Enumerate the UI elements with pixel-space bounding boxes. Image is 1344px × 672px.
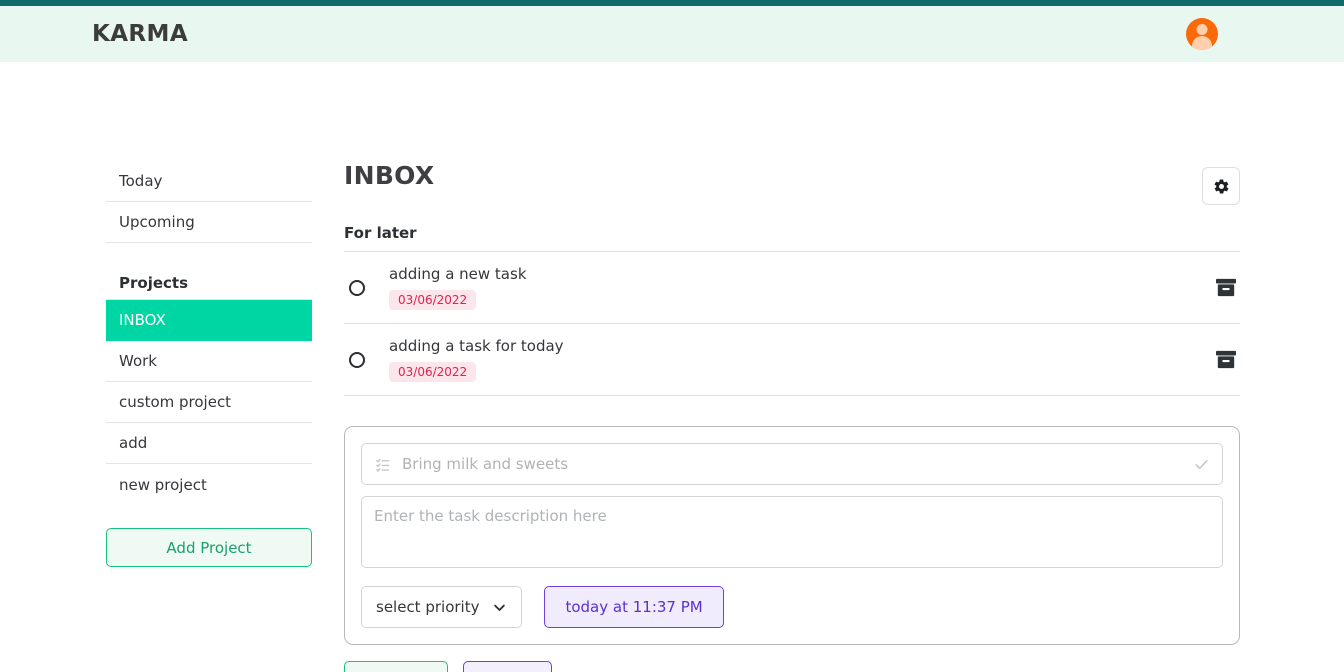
content-header: INBOX — [344, 161, 1240, 205]
avatar-body-shape — [1192, 36, 1212, 50]
sidebar-item-upcoming[interactable]: Upcoming — [106, 202, 312, 243]
table-row[interactable]: adding a task for today 03/06/2022 — [344, 324, 1240, 396]
page-body: Today Upcoming Projects INBOX Work custo… — [0, 62, 1344, 672]
archive-box-icon[interactable] — [1215, 350, 1237, 370]
archive-glyph — [1216, 350, 1236, 368]
circle-checkbox-icon[interactable] — [349, 351, 365, 368]
page-title: INBOX — [344, 161, 435, 190]
gear-icon — [1214, 179, 1228, 193]
task-title: adding a task for today — [389, 337, 564, 355]
sidebar-projects-heading: Projects — [106, 266, 312, 300]
circle-checkbox-icon[interactable] — [349, 279, 365, 296]
sidebar-item-label: INBOX — [119, 311, 166, 329]
app-header: KARMA — [0, 6, 1344, 62]
main-content: INBOX For later adding a new task 03/06/… — [344, 161, 1240, 672]
form-action-buttons: Add Task Cancel — [344, 661, 1240, 672]
sidebar-item-label: Today — [119, 172, 163, 190]
avatar-head-shape — [1196, 24, 1208, 35]
sidebar-item-label: custom project — [119, 393, 232, 411]
sidebar-item-custom-project[interactable]: custom project — [106, 382, 312, 423]
user-avatar-icon[interactable] — [1186, 18, 1218, 50]
sidebar-item-today[interactable]: Today — [106, 161, 312, 202]
app-brand-title: KARMA — [92, 21, 189, 47]
chevron-down-icon — [494, 604, 506, 611]
archive-glyph — [1216, 278, 1236, 296]
section-label-for-later: For later — [344, 224, 1240, 252]
task-title-input[interactable] — [402, 455, 1193, 473]
table-row[interactable]: adding a new task 03/06/2022 — [344, 252, 1240, 324]
cancel-button[interactable]: Cancel — [463, 661, 553, 672]
sidebar-item-work[interactable]: Work — [106, 341, 312, 382]
priority-select[interactable]: select priority — [361, 586, 523, 628]
due-date-button[interactable]: today at 11:37 PM — [544, 586, 724, 628]
task-list-icon — [376, 458, 390, 472]
sidebar-item-label: Work — [119, 352, 157, 370]
sidebar-item-add[interactable]: add — [106, 423, 312, 464]
add-project-button[interactable]: Add Project — [106, 528, 312, 567]
task-content: adding a new task 03/06/2022 — [389, 265, 1215, 310]
sidebar-item-label: add — [119, 434, 148, 452]
check-icon[interactable] — [1193, 456, 1210, 473]
add-task-button[interactable]: Add Task — [344, 661, 449, 672]
task-description-input[interactable] — [361, 496, 1223, 568]
sidebar-item-new-project[interactable]: new project — [106, 464, 312, 505]
priority-select-label: select priority — [376, 598, 480, 616]
sidebar-item-inbox[interactable]: INBOX — [106, 300, 312, 341]
add-task-form: select priority today at 11:37 PM — [344, 426, 1240, 645]
archive-box-icon[interactable] — [1215, 278, 1237, 298]
task-title-input-wrapper[interactable] — [361, 443, 1223, 485]
sidebar: Today Upcoming Projects INBOX Work custo… — [106, 161, 312, 672]
task-date-badge: 03/06/2022 — [389, 290, 477, 310]
task-content: adding a task for today 03/06/2022 — [389, 337, 1215, 382]
form-controls-row: select priority today at 11:37 PM — [361, 586, 1223, 628]
task-title: adding a new task — [389, 265, 527, 283]
sidebar-item-label: new project — [119, 475, 207, 494]
task-date-badge: 03/06/2022 — [389, 362, 477, 382]
sidebar-item-label: Upcoming — [119, 213, 195, 231]
project-settings-button[interactable] — [1202, 167, 1240, 205]
